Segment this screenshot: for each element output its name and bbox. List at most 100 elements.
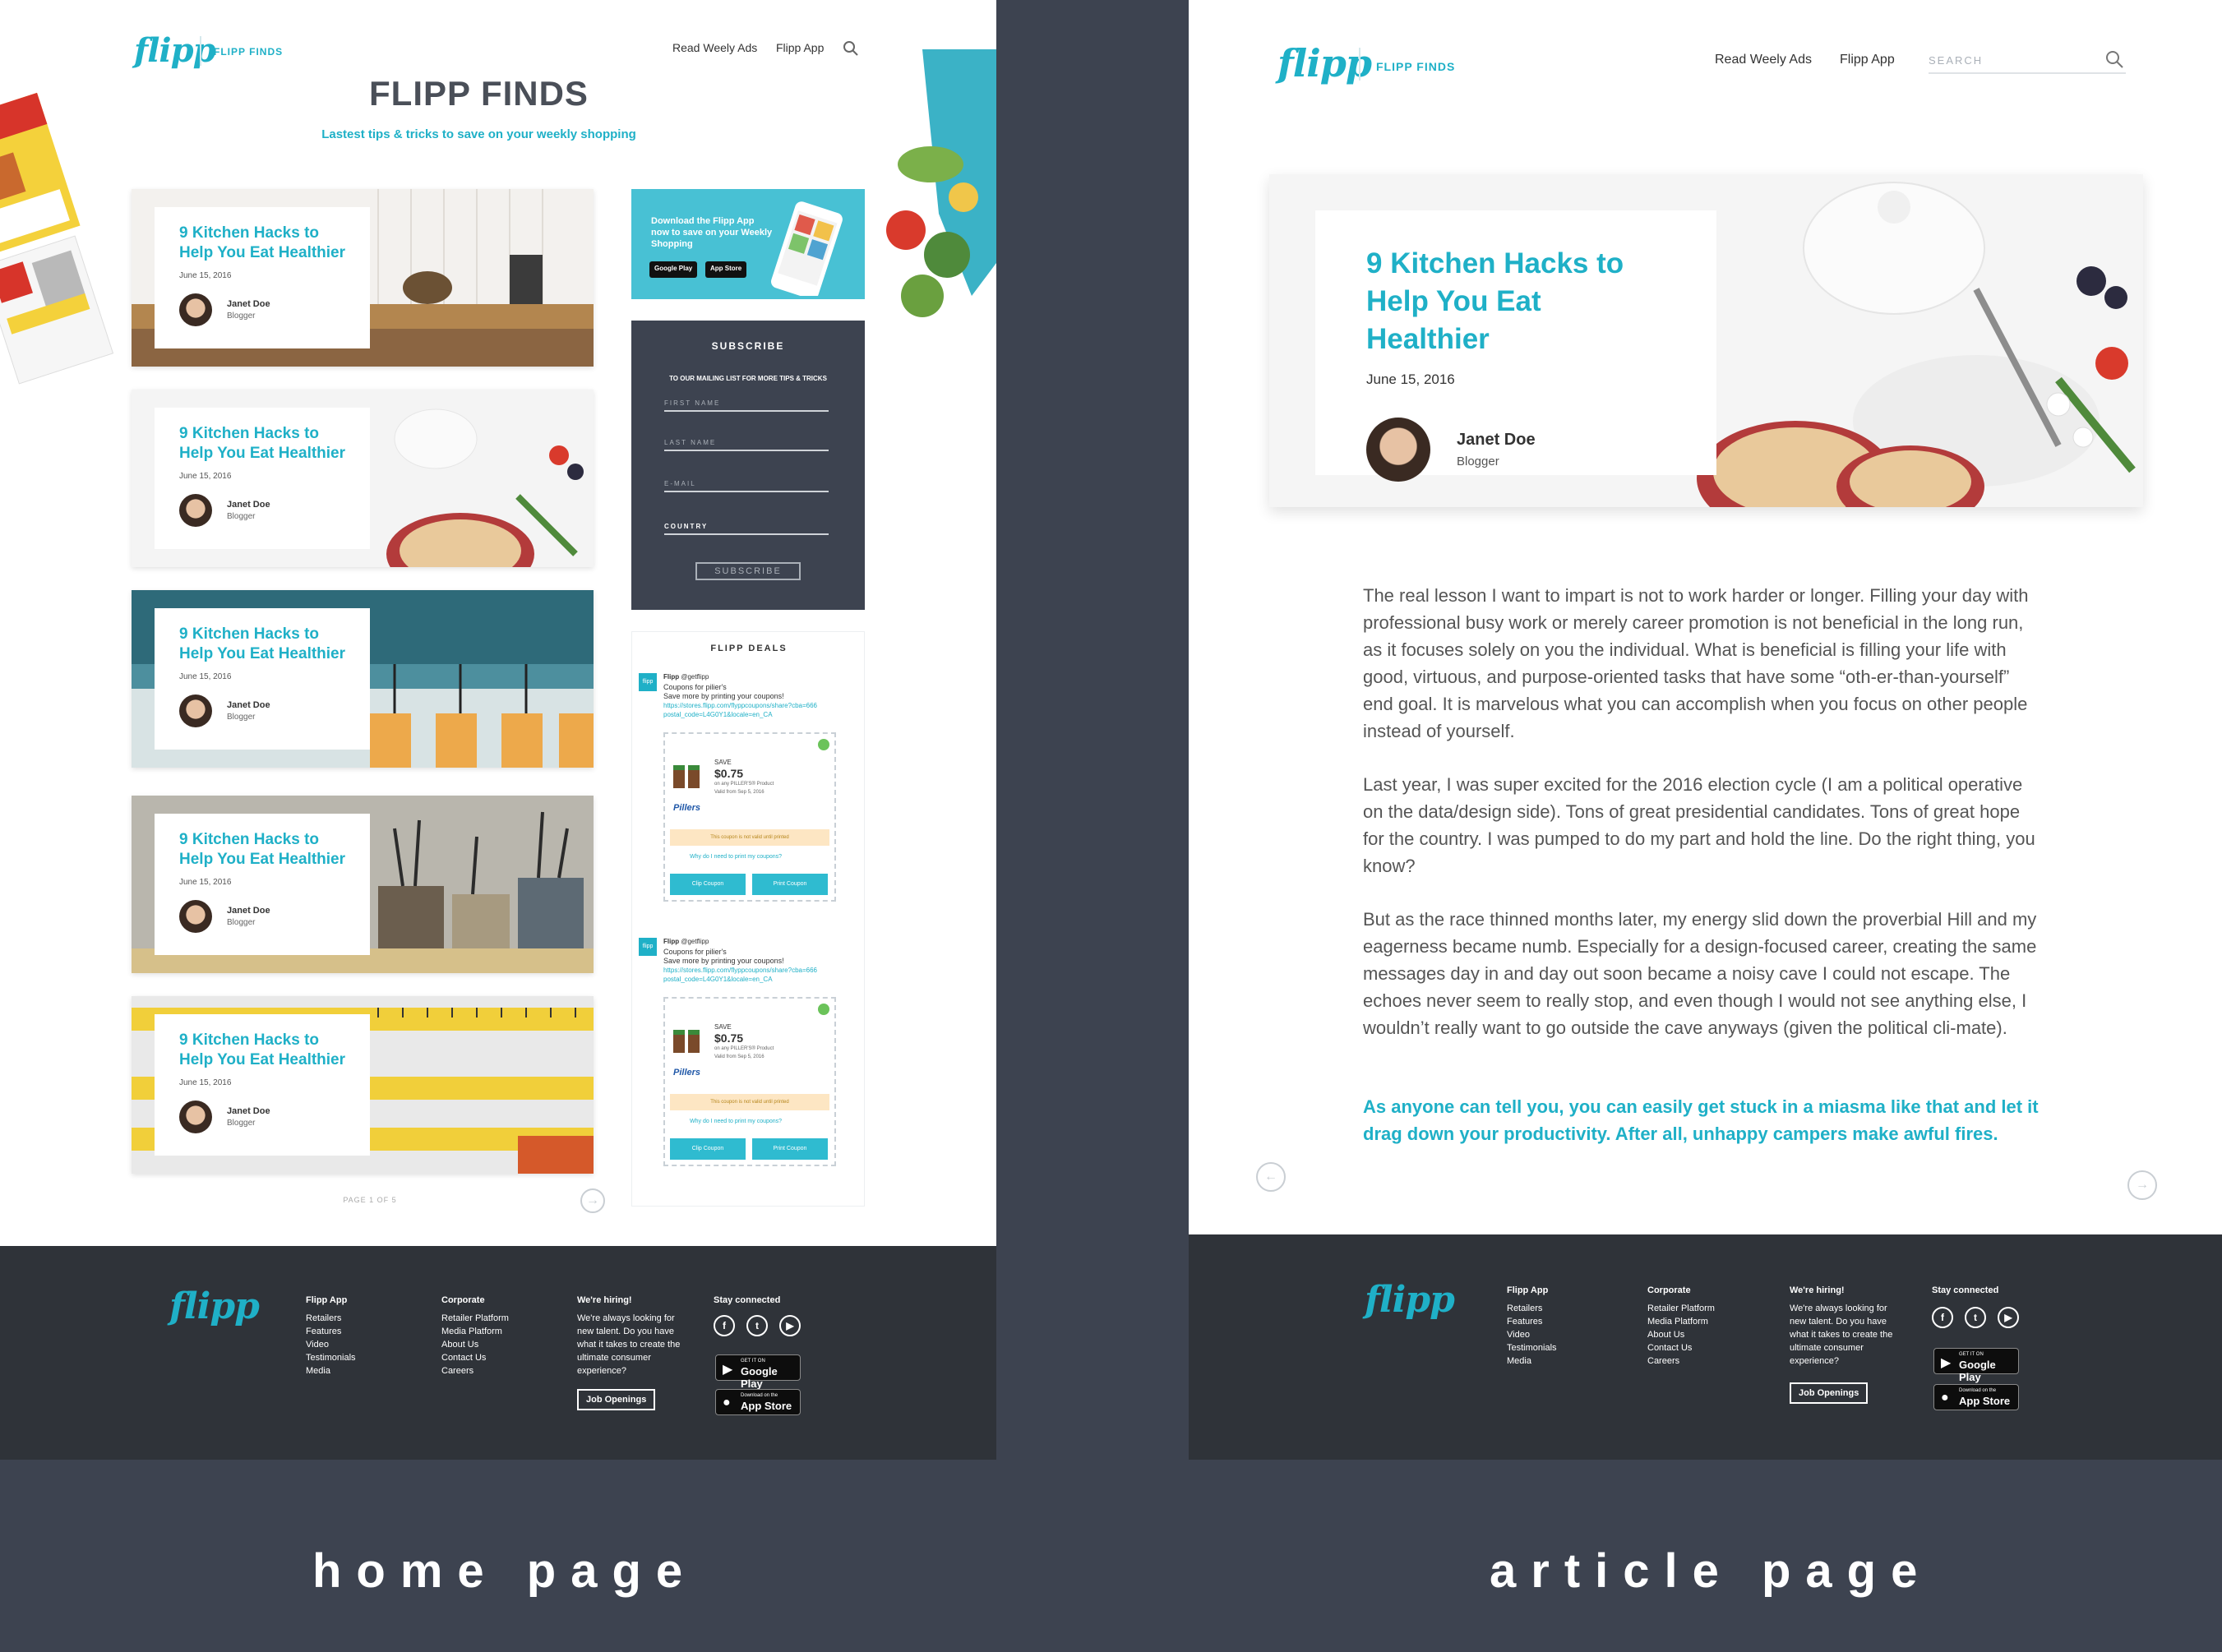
twitter-icon[interactable]: t [746,1315,768,1336]
footer-link[interactable]: Media Platform [441,1325,509,1338]
author-role: Blogger [227,311,256,321]
article-card[interactable]: 9 Kitchen Hacks to Help You Eat Healthie… [132,590,594,768]
next-page-arrow-icon[interactable]: → [580,1188,605,1213]
coupon-brand: Pillers [673,803,701,813]
footer-link[interactable]: Media Platform [1647,1315,1715,1328]
footer-link[interactable]: Video [306,1338,356,1351]
brand-name[interactable]: FLIPP FINDS [214,46,283,58]
google-play-button[interactable]: ▶ GET IT ON Google Play [1933,1348,2019,1383]
print-coupon-button[interactable]: Print Coupon [752,1138,828,1160]
facebook-icon[interactable]: f [1932,1307,1953,1328]
logo-divider [200,36,201,66]
footer-logo[interactable]: flipp [1365,1279,1455,1321]
footer-link[interactable]: Careers [441,1364,509,1377]
footer-link[interactable]: Media [1507,1354,1557,1368]
subscribe-description: TO OUR MAILING LIST FOR MORE TIPS & TRIC… [669,375,827,382]
google-play-button[interactable]: ▶ GET IT ON Google Play [715,1354,801,1390]
deal-link[interactable]: https://stores.flipp.com/flyppcoupons/sh… [663,966,844,984]
card-title[interactable]: 9 Kitchen Hacks to Help You Eat Healthie… [179,224,345,263]
footer-link[interactable]: Video [1507,1328,1557,1341]
clip-coupon-button[interactable]: Clip Coupon [670,874,746,895]
footer-link[interactable]: Contact Us [1647,1341,1715,1354]
app-store-button[interactable]: ● Download on the App Store [1933,1384,2019,1410]
card-author: Janet Doe Blogger [179,1101,345,1133]
article-card[interactable]: 9 Kitchen Hacks to Help You Eat Healthie… [132,996,594,1174]
app-store-badge[interactable]: App Store [705,261,747,278]
card-title[interactable]: 9 Kitchen Hacks to Help You Eat Healthie… [179,424,345,464]
footer-link[interactable]: About Us [441,1338,509,1351]
footer-link[interactable]: Testimonials [1507,1341,1557,1354]
prev-article-arrow-icon[interactable]: ← [1256,1162,1286,1192]
subscribe-button[interactable]: SUBSCRIBE [695,562,801,580]
footer-link[interactable]: Testimonials [306,1351,356,1364]
email-field[interactable]: E-MAIL [664,480,829,492]
first-name-field[interactable]: FIRST NAME [664,399,829,412]
nav-read-weekly-ads[interactable]: Read Weely Ads [1715,53,1812,67]
job-openings-button[interactable]: Job Openings [577,1389,656,1410]
deal-link[interactable]: https://stores.flipp.com/flyppcoupons/sh… [663,701,844,719]
google-play-badge[interactable]: Google Play [649,261,698,278]
footer-link[interactable]: Retailers [306,1312,356,1325]
print-coupon-button[interactable]: Print Coupon [752,874,828,895]
footer-link[interactable]: Careers [1647,1354,1715,1368]
flipp-logo[interactable]: flipp [134,31,216,70]
footer-link[interactable]: Features [306,1325,356,1338]
avatar [179,494,212,527]
coupon-card: SAVE $0.75 on any PILLER'S® Product Vali… [663,732,836,902]
footer-link[interactable]: About Us [1647,1328,1715,1341]
article-date: June 15, 2016 [1366,371,1455,387]
footer-link[interactable]: Contact Us [441,1351,509,1364]
footer-col-social: Stay connected [1932,1284,1998,1302]
card-title[interactable]: 9 Kitchen Hacks to Help You Eat Healthie… [179,830,345,870]
flipp-logo[interactable]: flipp [1277,41,1372,85]
card-title[interactable]: 9 Kitchen Hacks to Help You Eat Healthie… [179,625,345,664]
search-icon[interactable] [842,39,860,58]
coupon-brand: Pillers [673,1068,701,1077]
product-image [673,765,700,788]
footer-col-flipp-app: Flipp App Retailers Features Video Testi… [1507,1284,1557,1368]
article-card[interactable]: 9 Kitchen Hacks to Help You Eat Healthie… [132,189,594,367]
twitter-icon[interactable]: t [1965,1307,1986,1328]
nav-flipp-app[interactable]: Flipp App [776,41,824,54]
coupon-help-link[interactable]: Why do I need to print my coupons? [690,1119,782,1124]
flipp-avatar-icon: flipp [639,938,657,956]
nav-read-weekly-ads[interactable]: Read Weely Ads [672,41,757,54]
avatar [179,900,212,933]
footer-link[interactable]: Retailers [1507,1302,1557,1315]
card-title[interactable]: 9 Kitchen Hacks to Help You Eat Healthie… [179,1031,345,1070]
facebook-icon[interactable]: f [714,1315,735,1336]
search-input[interactable]: SEARCH [1929,51,2126,74]
author-name: Janet Doe [227,906,270,916]
country-select[interactable]: COUNTRY [664,523,829,535]
footer-link[interactable]: Features [1507,1315,1557,1328]
footer-link[interactable]: Media [306,1364,356,1377]
footer-logo[interactable]: flipp [169,1285,260,1327]
app-store-button[interactable]: ● Download on the App Store [715,1389,801,1415]
last-name-field[interactable]: LAST NAME [664,439,829,451]
job-openings-button[interactable]: Job Openings [1790,1382,1869,1404]
article-card[interactable]: 9 Kitchen Hacks to Help You Eat Healthie… [132,796,594,973]
card-date: June 15, 2016 [179,1078,232,1087]
card-author: Janet Doe Blogger [179,293,345,326]
article-page-mockup: flipp FLIPP FINDS Read Weely Ads Flipp A… [1189,0,2222,1460]
card-info: 9 Kitchen Hacks to Help You Eat Healthie… [155,408,370,549]
next-article-arrow-icon[interactable]: → [2127,1170,2157,1200]
coupon-help-link[interactable]: Why do I need to print my coupons? [690,854,782,860]
footer: flipp Flipp App Retailers Features Video… [1189,1234,2222,1460]
nav-flipp-app[interactable]: Flipp App [1840,53,1895,67]
app-promo-banner[interactable]: Download the Flipp App now to save on yo… [631,189,865,299]
youtube-icon[interactable]: ▶ [1998,1307,2019,1328]
apple-icon: ● [1941,1391,1949,1405]
footer-link[interactable]: Retailer Platform [441,1312,509,1325]
search-icon[interactable] [2104,49,2124,69]
article-card[interactable]: 9 Kitchen Hacks to Help You Eat Healthie… [132,390,594,567]
youtube-icon[interactable]: ▶ [779,1315,801,1336]
article-author: Janet Doe Blogger [1366,418,1665,482]
clip-coupon-button[interactable]: Clip Coupon [670,1138,746,1160]
caption-home-page: home page [312,1544,698,1598]
footer-link[interactable]: Retailer Platform [1647,1302,1715,1315]
deal-line: Coupons for pilier's [663,948,727,956]
brand-name[interactable]: FLIPP FINDS [1376,60,1455,73]
card-info: 9 Kitchen Hacks to Help You Eat Healthie… [155,608,370,750]
author-role: Blogger [1457,455,1499,468]
